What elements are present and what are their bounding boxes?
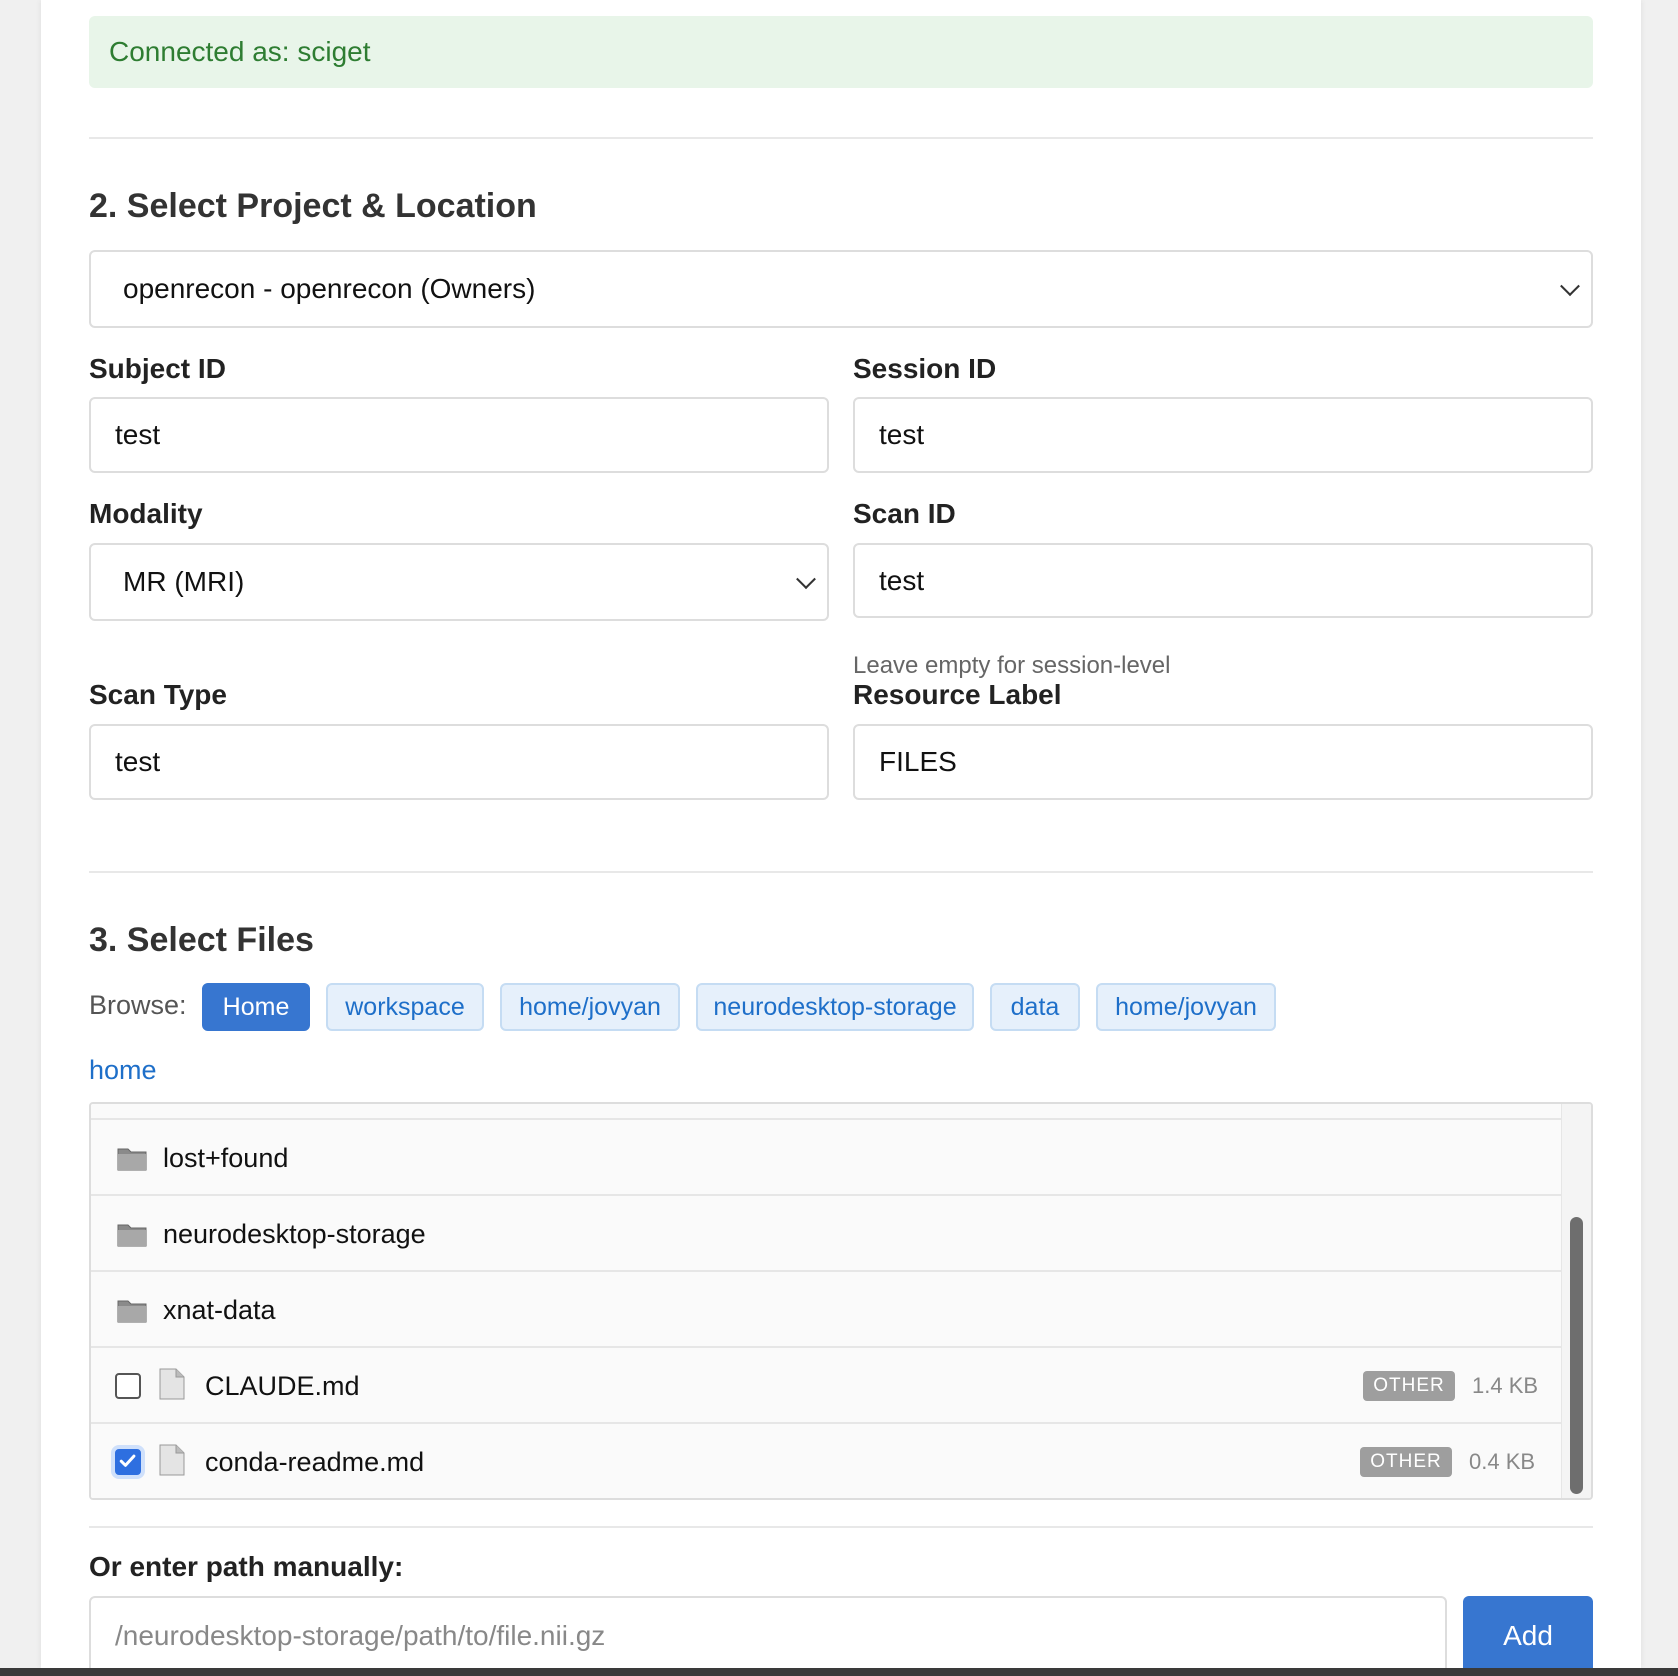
resource-label-input[interactable]: FILES: [853, 724, 1593, 800]
file-name: conda-readme.md: [205, 1447, 425, 1477]
resource-label-label: Resource Label: [853, 679, 1062, 710]
divider: [89, 137, 1593, 139]
scrollbar-thumb[interactable]: [1570, 1217, 1583, 1494]
file-icon: [159, 1444, 185, 1476]
file-list[interactable]: lost+found neurodesktop-storage xnat-dat…: [89, 1102, 1593, 1500]
file-type-badge: OTHER: [1363, 1371, 1455, 1401]
section-title-files: 3. Select Files: [89, 921, 314, 959]
subject-id-input[interactable]: test: [89, 397, 829, 473]
browse-label: Browse:: [89, 990, 187, 1020]
folder-name: neurodesktop-storage: [163, 1219, 426, 1249]
scan-id-hint: Leave empty for session-level: [853, 652, 1171, 679]
folder-icon: [117, 1148, 147, 1171]
section-title-project: 2. Select Project & Location: [89, 187, 537, 225]
scan-id-value: test: [879, 564, 925, 596]
folder-name: xnat-data: [163, 1295, 276, 1325]
chevron-down-icon: [1560, 276, 1580, 297]
file-icon: [159, 1368, 185, 1400]
file-row[interactable]: conda-readme.md OTHER 0.4 KB: [91, 1424, 1563, 1498]
browse-chip-home[interactable]: Home: [202, 983, 310, 1031]
manual-path-label: Or enter path manually:: [89, 1551, 404, 1582]
scan-id-input[interactable]: test: [853, 543, 1593, 618]
breadcrumb[interactable]: home: [89, 1055, 157, 1086]
list-item[interactable]: [91, 1104, 1563, 1120]
folder-name: lost+found: [163, 1143, 289, 1173]
file-name: CLAUDE.md: [205, 1371, 360, 1401]
scan-id-label: Scan ID: [853, 498, 956, 529]
bottom-bar: [0, 1668, 1678, 1676]
folder-row[interactable]: lost+found: [91, 1120, 1563, 1196]
file-size: 1.4 KB: [1472, 1373, 1539, 1398]
browse-chip-data[interactable]: data: [990, 983, 1080, 1031]
manual-path-input[interactable]: /neurodesktop-storage/path/to/file.nii.g…: [89, 1596, 1447, 1668]
checkmark-icon: [119, 1454, 136, 1467]
main-panel: Connected as: sciget 2. Select Project &…: [41, 0, 1641, 1668]
file-type-badge: OTHER: [1360, 1447, 1452, 1477]
scan-type-label: Scan Type: [89, 679, 227, 710]
modality-select-value: MR (MRI): [123, 566, 245, 597]
browse-chip-home-jovyan-2[interactable]: home/jovyan: [1096, 983, 1276, 1031]
session-id-label: Session ID: [853, 353, 997, 384]
file-checkbox[interactable]: [115, 1373, 141, 1399]
connection-status: Connected as: sciget: [89, 16, 1593, 88]
file-row[interactable]: CLAUDE.md OTHER 1.4 KB: [91, 1348, 1563, 1424]
project-select[interactable]: openrecon - openrecon (Owners): [89, 250, 1593, 328]
divider: [89, 1526, 1593, 1528]
session-id-value: test: [879, 419, 925, 450]
scan-type-value: test: [115, 746, 161, 777]
project-select-value: openrecon - openrecon (Owners): [123, 273, 536, 304]
file-size: 0.4 KB: [1469, 1449, 1536, 1474]
modality-label: Modality: [89, 498, 203, 529]
resource-label-value: FILES: [879, 746, 957, 777]
folder-row[interactable]: neurodesktop-storage: [91, 1196, 1563, 1272]
chevron-down-icon: [796, 569, 816, 590]
folder-icon: [117, 1224, 147, 1247]
subject-id-label: Subject ID: [89, 353, 226, 384]
content: Connected as: sciget 2. Select Project &…: [89, 0, 1593, 1668]
session-id-input[interactable]: test: [853, 397, 1593, 473]
subject-id-value: test: [115, 419, 161, 450]
browse-chip-home-jovyan[interactable]: home/jovyan: [500, 983, 680, 1031]
divider: [89, 871, 1593, 873]
manual-path-placeholder: /neurodesktop-storage/path/to/file.nii.g…: [115, 1620, 606, 1651]
add-button[interactable]: Add: [1463, 1596, 1593, 1668]
modality-select[interactable]: MR (MRI): [89, 543, 829, 621]
folder-icon: [117, 1300, 147, 1323]
scrollbar[interactable]: [1561, 1104, 1591, 1498]
folder-row[interactable]: xnat-data: [91, 1272, 1563, 1348]
scan-type-input[interactable]: test: [89, 724, 829, 800]
browse-chip-workspace[interactable]: workspace: [326, 983, 484, 1031]
file-checkbox[interactable]: [115, 1449, 141, 1475]
browse-chip-neurodesktop-storage[interactable]: neurodesktop-storage: [696, 983, 974, 1031]
